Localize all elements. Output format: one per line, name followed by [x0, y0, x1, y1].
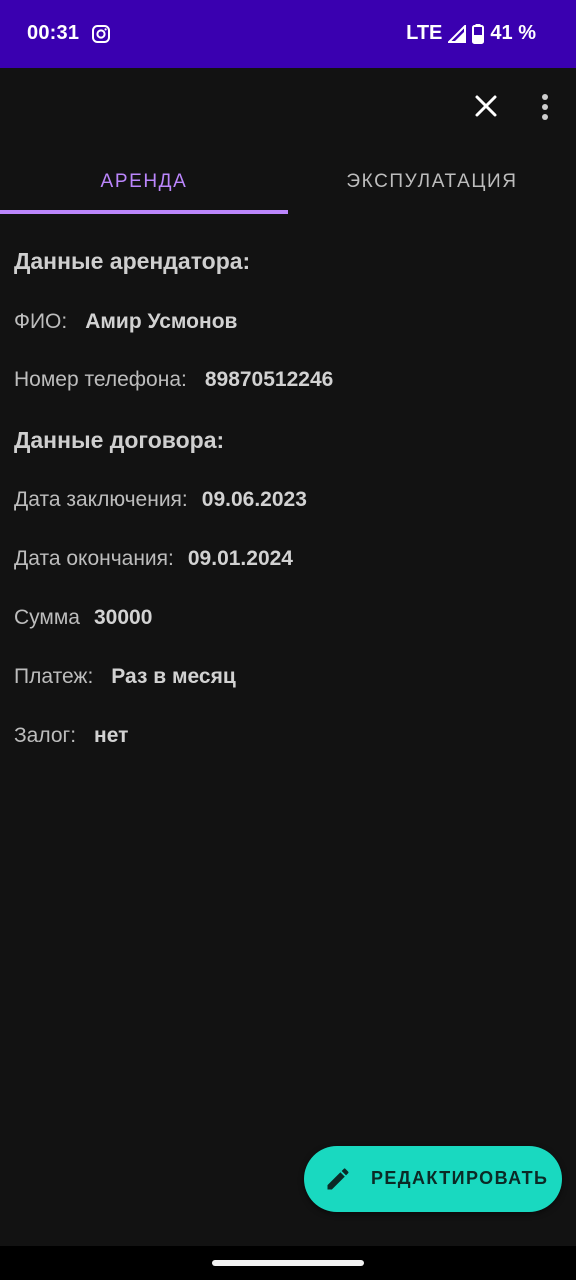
contract-end-label: Дата окончания:: [14, 547, 174, 570]
system-nav-bar: [0, 1246, 576, 1280]
status-time: 00:31: [27, 22, 80, 44]
edit-button-label: РЕДАКТИРОВАТЬ: [371, 1168, 549, 1188]
signal-icon: [448, 24, 467, 43]
home-gesture-handle[interactable]: [212, 1260, 364, 1266]
contract-sum-label: Сумма: [14, 606, 80, 629]
more-vert-icon[interactable]: [530, 92, 560, 122]
contract-end-row: Дата окончания: 09.01.2024: [14, 547, 293, 571]
pencil-icon: [327, 1168, 349, 1190]
toolbar: [0, 68, 576, 148]
contract-payment-label: Платеж:: [14, 665, 94, 688]
battery-percent: 41 %: [490, 22, 536, 44]
tenant-name-label: ФИО:: [14, 310, 68, 333]
tenant-name-value: Амир Усмонов: [85, 310, 238, 333]
contract-start-label: Дата заключения:: [14, 488, 188, 511]
contract-payment-value: Раз в месяц: [111, 665, 236, 688]
contract-section-title: Данные договора:: [14, 427, 225, 453]
contract-deposit-value: нет: [94, 724, 129, 747]
contract-payment-row: Платеж: Раз в месяц: [14, 665, 236, 689]
contract-sum-value: 30000: [93, 606, 153, 629]
contract-deposit-row: Залог: нет: [14, 724, 128, 748]
contract-start-value: 09.06.2023: [201, 488, 307, 511]
status-bar: 00:31 LTE 41 %: [0, 0, 576, 68]
tab-indicator: [0, 210, 288, 214]
contract-start-row: Дата заключения: 09.06.2023: [14, 488, 307, 512]
tenant-phone-value: 89870512246: [204, 368, 334, 391]
edit-button[interactable]: РЕДАКТИРОВАТЬ: [304, 1146, 562, 1212]
tab-exploitation[interactable]: ЭКСПУЛАТАЦИЯ: [288, 150, 576, 214]
close-icon[interactable]: [472, 92, 500, 120]
tenant-section-title: Данные арендатора:: [14, 248, 251, 274]
contract-deposit-label: Залог:: [14, 724, 77, 747]
battery-icon: [472, 23, 485, 44]
tenant-phone-label: Номер телефона:: [14, 368, 187, 391]
tab-rent[interactable]: АРЕНДА: [0, 150, 288, 214]
tenant-name-row: ФИО: Амир Усмонов: [14, 310, 237, 334]
tab-bar: АРЕНДА ЭКСПУЛАТАЦИЯ: [0, 150, 576, 214]
contract-sum-row: Сумма 30000: [14, 606, 152, 630]
status-indicators: LTE 41 %: [406, 22, 536, 45]
contract-end-value: 09.01.2024: [187, 547, 293, 570]
instagram-icon: [92, 25, 110, 43]
network-label: LTE: [406, 22, 443, 44]
tenant-phone-row: Номер телефона: 89870512246: [14, 368, 333, 392]
